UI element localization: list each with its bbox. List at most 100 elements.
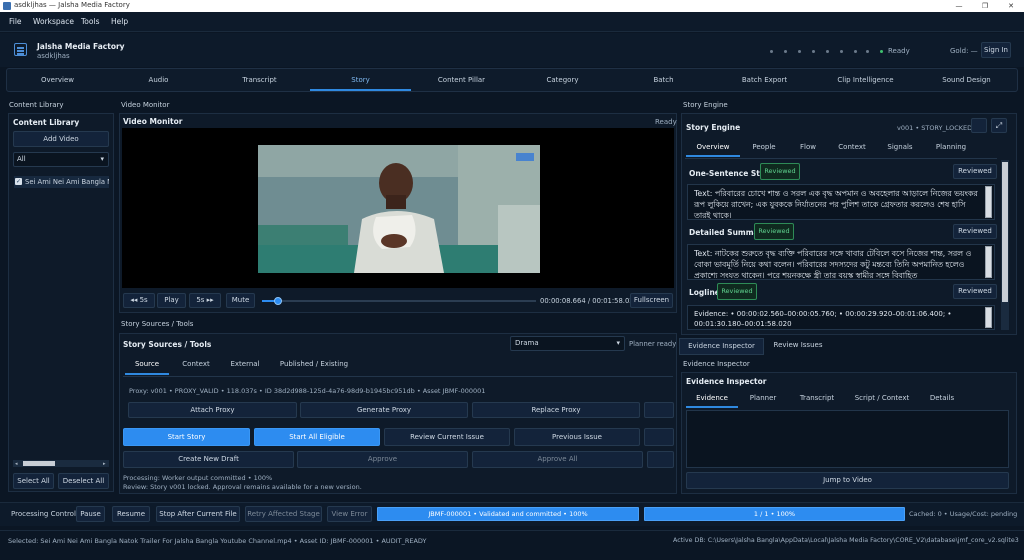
tab-audio[interactable]: Audio — [108, 69, 209, 91]
tab-category[interactable]: Category — [512, 69, 613, 91]
next-issue-button[interactable] — [644, 428, 674, 446]
pause-button[interactable]: Pause — [76, 506, 105, 522]
sign-in-button[interactable]: Sign In — [981, 42, 1011, 58]
summary-reviewed-button[interactable]: Reviewed — [953, 224, 997, 239]
maximize-icon[interactable]: ❐ — [972, 0, 998, 12]
text-scrollbar[interactable] — [985, 307, 992, 328]
mute-button[interactable]: Mute — [226, 293, 255, 308]
close-icon[interactable]: ✕ — [998, 0, 1024, 12]
app-name: Jalsha Media Factory — [37, 42, 125, 51]
logline-text[interactable]: Evidence: • 00:00:02.560–00:00:05.760; •… — [687, 305, 995, 330]
tab-details[interactable]: Details — [920, 394, 964, 408]
logline-label: Logline — [689, 288, 720, 297]
tab-transcript[interactable]: Transcript — [209, 69, 310, 91]
review-message: Review: Story v001 locked. Approval rema… — [123, 483, 362, 491]
tab-batch-export[interactable]: Batch Export — [714, 69, 815, 91]
checkbox-checked-icon[interactable]: ✓ — [15, 178, 22, 185]
forward-5s-button[interactable]: 5s ▸▸ — [189, 293, 221, 308]
add-video-button[interactable]: Add Video — [13, 131, 109, 147]
summary-text[interactable]: Text: নাটকের শুরুতে বৃদ্ধ ব্যক্তি পরিবার… — [687, 244, 995, 280]
pipeline-dot — [866, 50, 869, 53]
approve-all-button[interactable]: Approve All — [472, 451, 643, 468]
library-filter-select[interactable]: All ▾ — [13, 152, 109, 167]
text-scrollbar[interactable] — [985, 186, 992, 218]
tab-external[interactable]: External — [222, 360, 268, 375]
tab-planning[interactable]: Planning — [926, 143, 976, 157]
tab-evidence-inspector[interactable]: Evidence Inspector — [679, 338, 764, 355]
scrollbar-thumb[interactable] — [1002, 162, 1008, 302]
retry-affected-stage-button[interactable]: Retry Affected Stage — [245, 506, 322, 522]
genre-value: Drama — [515, 339, 539, 347]
tab-overview[interactable]: Overview — [7, 69, 108, 91]
tab-flow[interactable]: Flow — [788, 143, 828, 157]
tab-source[interactable]: Source — [125, 360, 169, 375]
generate-proxy-button[interactable]: Generate Proxy — [300, 402, 468, 418]
tab-story[interactable]: Story — [310, 69, 411, 91]
tab-context[interactable]: Context — [175, 360, 217, 375]
attach-proxy-button[interactable]: Attach Proxy — [128, 402, 297, 418]
genre-select[interactable]: Drama ▾ — [510, 336, 625, 351]
tab-script-context[interactable]: Script / Context — [848, 394, 916, 408]
tab-context-engine[interactable]: Context — [830, 143, 874, 157]
tab-clip-intelligence[interactable]: Clip Intelligence — [815, 69, 916, 91]
text-scrollbar[interactable] — [985, 246, 992, 278]
rewind-5s-button[interactable]: ◂◂ 5s — [123, 293, 155, 308]
library-section-label: Content Library — [9, 101, 64, 109]
more-proxy-button[interactable] — [644, 402, 674, 418]
library-scrollbar[interactable]: ◂ ▸ — [13, 460, 109, 467]
menu-help[interactable]: Help — [111, 17, 128, 26]
video-viewport[interactable] — [122, 128, 674, 288]
scroll-left-icon[interactable]: ◂ — [15, 461, 19, 467]
monitor-status: Ready — [655, 118, 677, 126]
previous-issue-button[interactable]: Previous Issue — [514, 428, 640, 446]
create-new-draft-button[interactable]: Create New Draft — [123, 451, 294, 468]
scroll-right-icon[interactable]: ▸ — [103, 461, 107, 467]
approve-button[interactable]: Approve — [297, 451, 468, 468]
seek-bar[interactable] — [262, 297, 536, 305]
logline-reviewed-button[interactable]: Reviewed — [953, 284, 997, 299]
menu-workspace[interactable]: Workspace — [33, 17, 74, 26]
more-approve-button[interactable] — [647, 451, 674, 468]
stop-after-current-button[interactable]: Stop After Current File — [156, 506, 240, 522]
one-sentence-reviewed-button[interactable]: Reviewed — [953, 164, 997, 179]
fullscreen-button[interactable]: Fullscreen — [630, 293, 673, 308]
list-item[interactable]: ✓ Sei Ami Nei Ami Bangla Nat — [14, 176, 109, 188]
play-button[interactable]: Play — [157, 293, 186, 308]
main-tab-bar: Overview Audio Transcript Story Content … — [6, 68, 1018, 92]
library-filter-value: All — [17, 155, 26, 163]
view-error-button[interactable]: View Error — [327, 506, 372, 522]
chevron-down-icon: ▾ — [616, 339, 620, 347]
scrollbar-thumb[interactable] — [23, 461, 55, 466]
review-current-issue-button[interactable]: Review Current Issue — [384, 428, 510, 446]
tab-review-issues[interactable]: Review Issues — [764, 338, 832, 355]
tab-signals[interactable]: Signals — [876, 143, 924, 157]
tab-published-existing[interactable]: Published / Existing — [272, 360, 356, 375]
start-all-eligible-button[interactable]: Start All Eligible — [254, 428, 380, 446]
collapse-icon[interactable]: ⤢ — [991, 118, 1007, 133]
tab-planner[interactable]: Planner — [740, 394, 786, 408]
logline-reviewed-badge: Reviewed — [717, 283, 757, 300]
one-sentence-text[interactable]: Text: পরিবারের চোখে শান্ত ও সরল এক বৃদ্ধ… — [687, 184, 995, 220]
minimize-icon[interactable]: — — [946, 0, 972, 12]
tab-sound-design[interactable]: Sound Design — [916, 69, 1017, 91]
tab-batch[interactable]: Batch — [613, 69, 714, 91]
tab-people[interactable]: People — [742, 143, 786, 157]
tab-content-pillar[interactable]: Content Pillar — [411, 69, 512, 91]
replace-proxy-button[interactable]: Replace Proxy — [472, 402, 640, 418]
resume-button[interactable]: Resume — [112, 506, 150, 522]
tab-transcript-inspector[interactable]: Transcript — [790, 394, 844, 408]
divider — [123, 376, 673, 377]
expand-icon[interactable] — [971, 118, 987, 133]
tab-evidence[interactable]: Evidence — [686, 394, 738, 408]
monitor-title: Video Monitor — [123, 117, 183, 126]
jump-to-video-button[interactable]: Jump to Video — [686, 472, 1009, 489]
deselect-all-button[interactable]: Deselect All — [58, 473, 109, 489]
menu-file[interactable]: File — [9, 17, 22, 26]
engine-scrollbar[interactable] — [1001, 160, 1009, 330]
selected-file-status: Selected: Sei Ami Nei Ami Bangla Natok T… — [8, 537, 427, 545]
menu-tools[interactable]: Tools — [81, 17, 99, 26]
pipeline-dot — [798, 50, 801, 53]
start-story-button[interactable]: Start Story — [123, 428, 250, 446]
select-all-button[interactable]: Select All — [13, 473, 54, 489]
tab-overview-engine[interactable]: Overview — [686, 143, 740, 157]
